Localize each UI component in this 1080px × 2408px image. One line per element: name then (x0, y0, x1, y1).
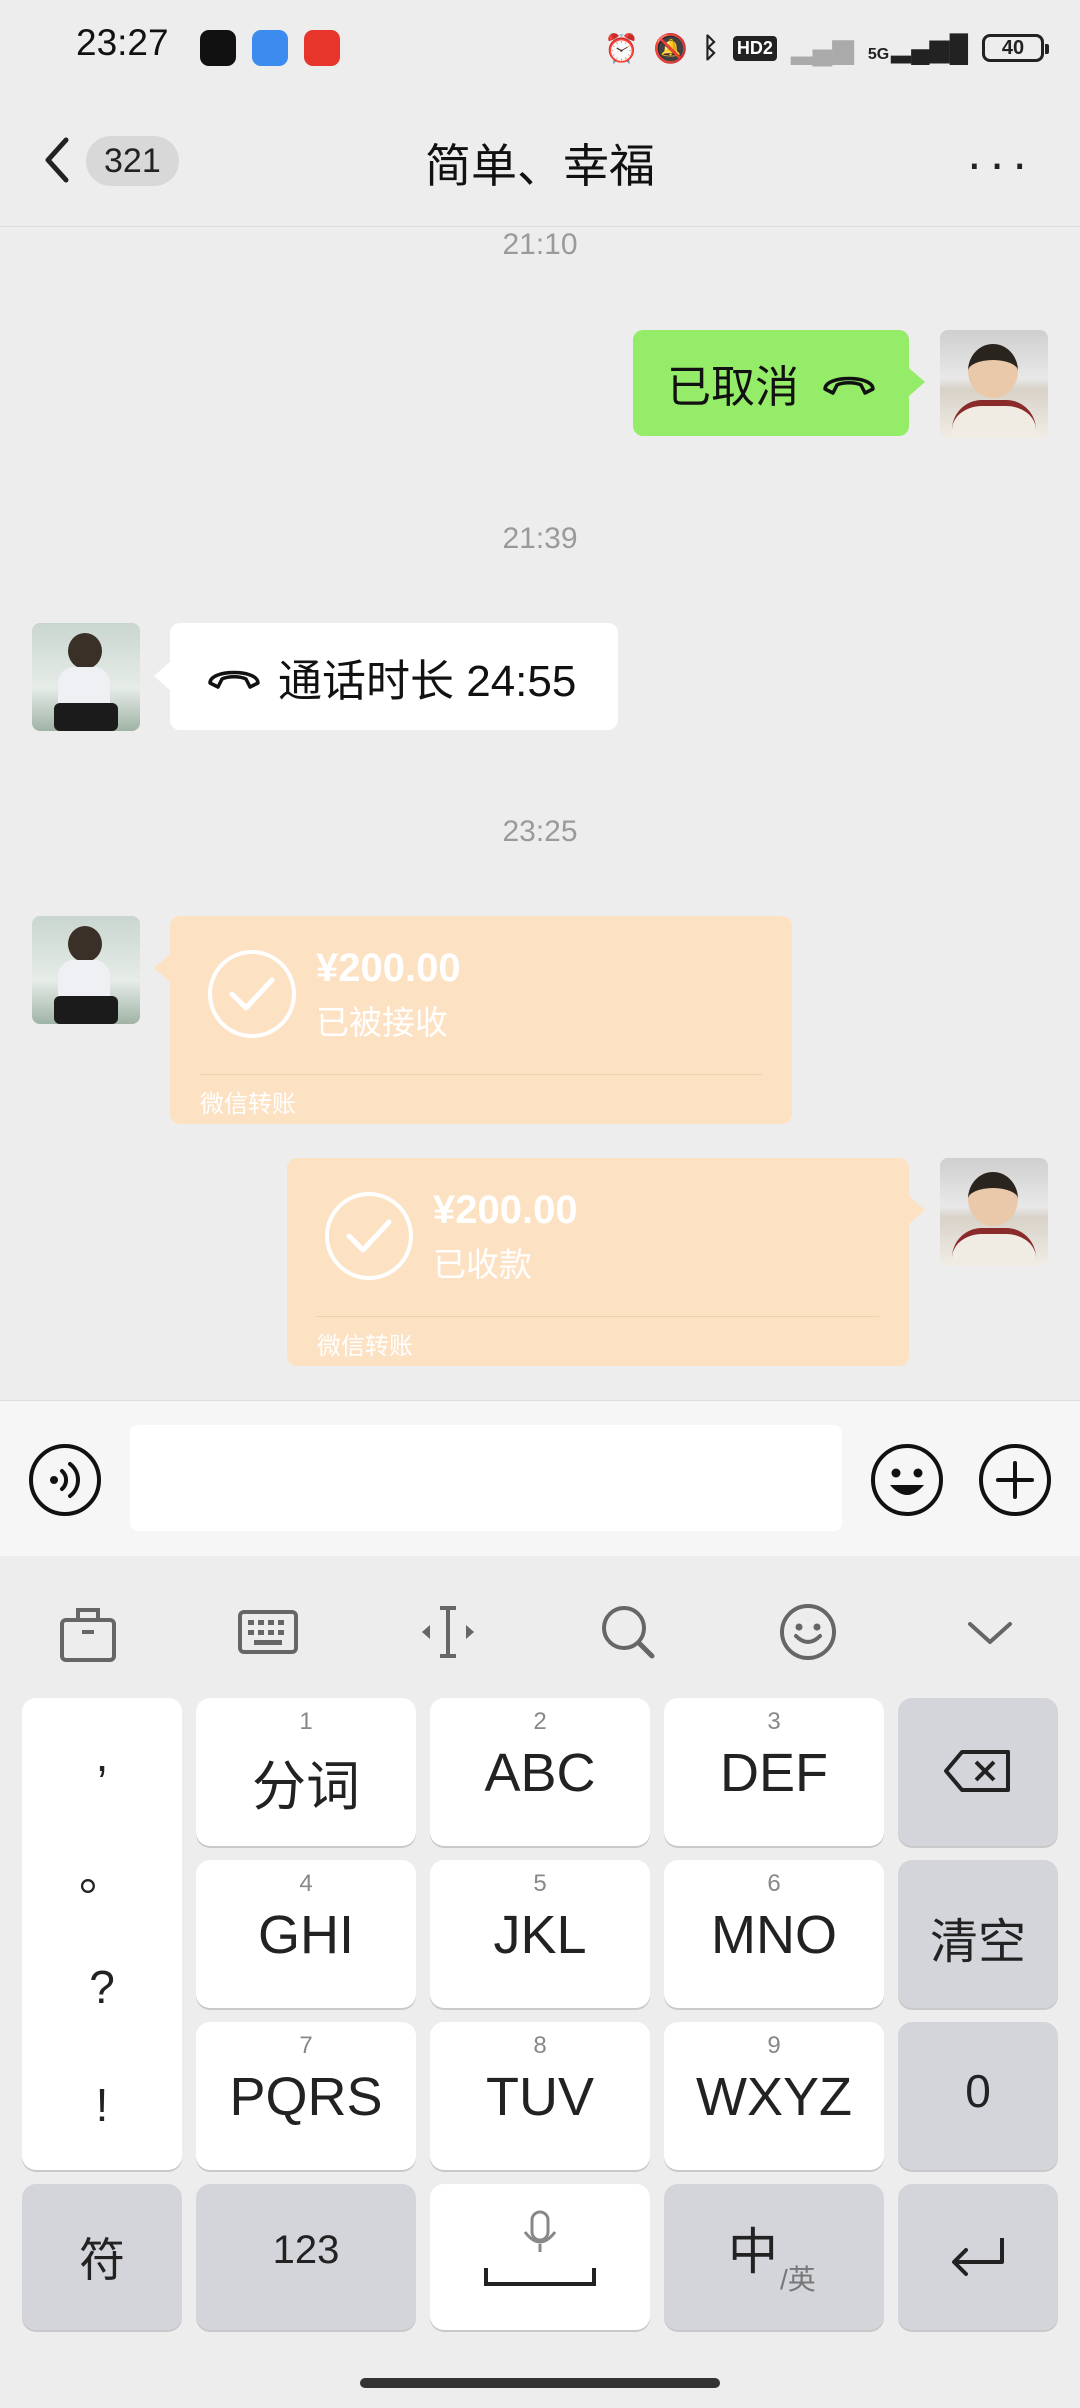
zero-key[interactable]: 0 (898, 2022, 1058, 2170)
bubble-tail (909, 1196, 925, 1224)
bubble-tail (154, 662, 170, 690)
clear-key[interactable]: 清空 (898, 1860, 1058, 2008)
transfer-footer: 微信转账 (317, 1333, 413, 1360)
call-status-text: 已取消 (667, 363, 799, 412)
key-9[interactable]: 9 WXYZ (664, 2022, 884, 2170)
transfer-footer: 微信转账 (200, 1091, 296, 1118)
status-time: 23:27 (76, 22, 169, 63)
punctuation-column: , 。 ? ! (22, 1698, 182, 2170)
key-1[interactable]: 1 分词 (196, 1698, 416, 1846)
backspace-key[interactable] (898, 1698, 1058, 1846)
status-bar: 23:27 ⏰ 🔕 ᛒ HD2 ▂▄▆ 5G ▂▄▆█ 40 (0, 0, 1080, 96)
call-message-bubble[interactable]: 已取消 (633, 330, 909, 436)
timestamp: 21:39 (502, 522, 578, 555)
keyboard-icon[interactable] (228, 1592, 308, 1672)
transfer-amount: ¥200.00 (316, 946, 461, 990)
contact-avatar[interactable] (32, 623, 140, 731)
voice-icon[interactable] (28, 1443, 102, 1517)
transfer-status: 已被接收 (316, 1004, 448, 1041)
punct-comma-key[interactable]: , (22, 1728, 182, 1782)
transfer-amount: ¥200.00 (433, 1188, 578, 1232)
message-input[interactable] (130, 1425, 842, 1531)
microphone-space-icon (484, 2210, 596, 2286)
chevron-down-icon[interactable] (950, 1592, 1030, 1672)
key-3[interactable]: 3 DEF (664, 1698, 884, 1846)
black-app-icon (200, 30, 236, 66)
divider (200, 1074, 762, 1075)
emoji-icon[interactable] (870, 1443, 944, 1517)
chat-title: 简单、幸福 (425, 140, 655, 192)
5g-signal-icon: 5G ▂▄▆█ (867, 32, 968, 63)
my-avatar[interactable] (940, 330, 1048, 438)
bluetooth-icon: ᛒ (702, 32, 719, 63)
call-duration-text: 通话时长 24:55 (278, 656, 577, 706)
enter-icon (952, 2238, 1004, 2276)
timestamp: 23:25 (502, 815, 578, 848)
check-circle-icon (208, 950, 296, 1038)
punct-period-key[interactable]: 。 (22, 1838, 182, 1904)
key-8[interactable]: 8 TUV (430, 2022, 650, 2170)
key-4[interactable]: 4 GHI (196, 1860, 416, 2008)
lang-sub-label: /英 (780, 2264, 816, 2295)
key-7[interactable]: 7 PQRS (196, 2022, 416, 2170)
battery-icon: 40 (982, 34, 1049, 62)
symbols-key[interactable]: 符 (22, 2184, 182, 2330)
timestamp: 21:10 (502, 228, 578, 261)
home-indicator[interactable] (360, 2378, 720, 2388)
lang-main-label: 中 (728, 2224, 778, 2280)
signal-icon: ▂▄▆ (790, 32, 854, 64)
space-key[interactable] (430, 2184, 650, 2330)
hd-icon: HD2 (732, 35, 777, 61)
call-message-bubble[interactable]: 通话时长 24:55 (170, 623, 618, 730)
contact-avatar[interactable] (32, 916, 140, 1024)
bubble-tail (154, 954, 170, 982)
briefcase-icon[interactable] (48, 1592, 128, 1672)
key-5[interactable]: 5 JKL (430, 1860, 650, 2008)
transfer-status: 已收款 (433, 1246, 532, 1283)
bubble-tail (909, 368, 925, 396)
more-options-icon[interactable]: ··· (966, 138, 1034, 188)
mute-bell-icon: 🔕 (653, 32, 689, 64)
backspace-icon (944, 1750, 1010, 1792)
language-switch-key[interactable]: 中 /英 (664, 2184, 884, 2330)
phone-hangup-icon (823, 376, 875, 395)
transfer-card[interactable]: ¥200.00 已被接收 微信转账 (170, 916, 792, 1124)
blue-app-icon (252, 30, 288, 66)
plus-icon[interactable] (978, 1443, 1052, 1517)
enter-key[interactable] (898, 2184, 1058, 2330)
status-icons: ⏰ 🔕 ᛒ HD2 ▂▄▆ 5G ▂▄▆█ 40 (604, 28, 1049, 68)
phone-hangup-icon (208, 670, 260, 689)
check-circle-icon (325, 1192, 413, 1280)
input-bar (0, 1400, 1080, 1557)
transfer-card[interactable]: ¥200.00 已收款 微信转账 (287, 1158, 909, 1366)
punct-exclaim-key[interactable]: ! (22, 2078, 182, 2132)
alarm-icon: ⏰ (604, 32, 640, 64)
key-6[interactable]: 6 MNO (664, 1860, 884, 2008)
my-avatar[interactable] (940, 1158, 1048, 1266)
cursor-icon[interactable] (408, 1592, 488, 1672)
chat-header: 321 简单、幸福 ··· (0, 96, 1080, 227)
divider (317, 1316, 879, 1317)
red-app-icon (304, 30, 340, 66)
emoji-icon[interactable] (768, 1592, 848, 1672)
punct-question-key[interactable]: ? (22, 1960, 182, 2014)
key-2[interactable]: 2 ABC (430, 1698, 650, 1846)
numbers-key[interactable]: 123 (196, 2184, 416, 2330)
keyboard: , 。 ? ! 1 分词 2 ABC 3 DEF 4 GHI 5 JKL 6 MNO 清空 … (0, 1556, 1080, 2408)
search-icon[interactable] (588, 1592, 668, 1672)
